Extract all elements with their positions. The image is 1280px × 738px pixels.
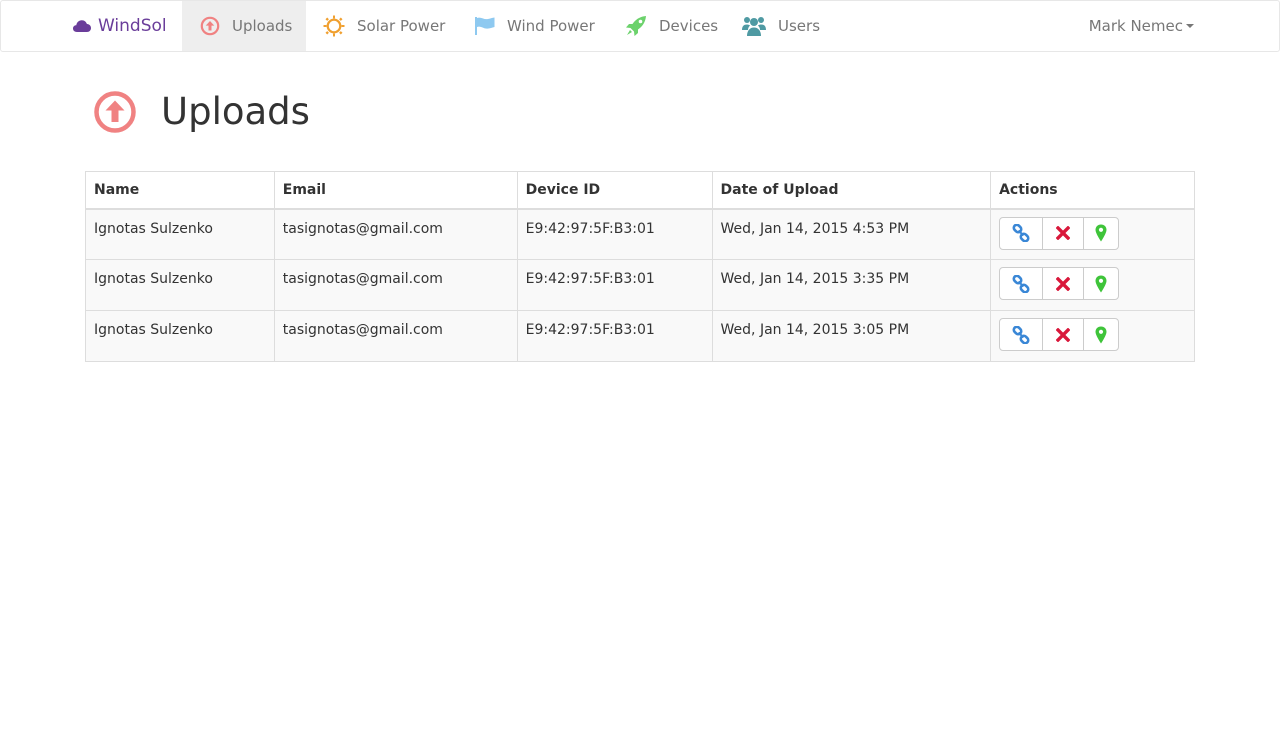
nav-label-users: Users bbox=[778, 17, 821, 35]
column-header-name: Name bbox=[85, 171, 275, 210]
link-button[interactable] bbox=[999, 216, 1044, 250]
cell-email: tasignotas@gmail.com bbox=[273, 259, 518, 311]
brand-name: WindSol bbox=[98, 16, 167, 36]
link-icon bbox=[1012, 274, 1030, 293]
cell-name: Ignotas Sulzenko bbox=[85, 310, 275, 362]
close-icon bbox=[1056, 327, 1071, 342]
cell-actions bbox=[990, 310, 1195, 362]
row-action-buttons bbox=[999, 267, 1120, 300]
link-button[interactable] bbox=[999, 267, 1044, 300]
map-marker-icon bbox=[1095, 224, 1107, 242]
nav-label-solar-power: Solar Power bbox=[357, 17, 446, 35]
cell-actions bbox=[990, 208, 1195, 260]
users-icon bbox=[742, 17, 766, 36]
caret-down-icon bbox=[1186, 24, 1194, 28]
cell-name: Ignotas Sulzenko bbox=[85, 208, 275, 260]
flag-icon bbox=[475, 17, 495, 35]
nav-item-uploads[interactable]: Uploads bbox=[182, 1, 306, 51]
column-header-actions: Actions bbox=[990, 171, 1195, 210]
table-row: Ignotas Sulzenko tasignotas@gmail.com E9… bbox=[85, 259, 1195, 311]
nav-item-solar-power[interactable]: Solar Power bbox=[323, 1, 445, 51]
rocket-icon bbox=[626, 16, 646, 36]
close-icon bbox=[1056, 226, 1071, 240]
map-marker-icon bbox=[1095, 275, 1107, 292]
table-row: Ignotas Sulzenko tasignotas@gmail.com E9… bbox=[85, 208, 1195, 260]
page-title: Uploads bbox=[161, 90, 310, 133]
cell-email: tasignotas@gmail.com bbox=[273, 208, 518, 260]
cell-email: tasignotas@gmail.com bbox=[273, 310, 518, 362]
page-header: Uploads bbox=[94, 90, 310, 133]
delete-button[interactable] bbox=[1042, 267, 1085, 300]
cell-device-id: E9:42:97:5F:B3:01 bbox=[516, 310, 713, 362]
location-button[interactable] bbox=[1083, 318, 1120, 351]
nav-item-devices[interactable]: Devices bbox=[625, 1, 718, 51]
delete-button[interactable] bbox=[1042, 216, 1085, 250]
link-icon bbox=[1012, 325, 1030, 344]
nav-label-devices: Devices bbox=[659, 17, 719, 35]
cell-date: Wed, Jan 14, 2015 3:35 PM bbox=[711, 259, 992, 311]
cell-date: Wed, Jan 14, 2015 4:53 PM bbox=[711, 208, 992, 260]
upload-circle-icon bbox=[200, 16, 220, 36]
location-button[interactable] bbox=[1083, 216, 1120, 250]
brand-link[interactable]: WindSol bbox=[72, 1, 167, 51]
link-icon bbox=[1012, 224, 1030, 242]
map-marker-icon bbox=[1095, 326, 1107, 343]
top-navbar: WindSol Uploads Solar Power Wind Power D… bbox=[0, 0, 1280, 52]
cell-date: Wed, Jan 14, 2015 3:05 PM bbox=[711, 310, 992, 362]
user-menu-dropdown[interactable]: Mark Nemec bbox=[1089, 1, 1194, 51]
table-row: Ignotas Sulzenko tasignotas@gmail.com E9… bbox=[85, 310, 1195, 362]
cell-device-id: E9:42:97:5F:B3:01 bbox=[516, 259, 713, 311]
close-icon bbox=[1056, 276, 1071, 291]
nav-label-uploads: Uploads bbox=[232, 17, 293, 35]
column-header-email: Email bbox=[273, 171, 518, 210]
row-action-buttons bbox=[999, 216, 1120, 250]
delete-button[interactable] bbox=[1042, 318, 1085, 351]
nav-item-users[interactable]: Users bbox=[742, 1, 820, 51]
uploads-table: Name Email Device ID Date of Upload Acti… bbox=[85, 171, 1195, 362]
nav-item-wind-power[interactable]: Wind Power bbox=[475, 1, 595, 51]
sun-icon bbox=[323, 15, 345, 37]
column-header-date: Date of Upload bbox=[711, 171, 992, 210]
cell-name: Ignotas Sulzenko bbox=[85, 259, 275, 311]
cloud-icon bbox=[73, 20, 91, 32]
cell-device-id: E9:42:97:5F:B3:01 bbox=[516, 208, 713, 260]
location-button[interactable] bbox=[1083, 267, 1120, 300]
user-name: Mark Nemec bbox=[1088, 17, 1183, 35]
table-header-row: Name Email Device ID Date of Upload Acti… bbox=[85, 171, 1195, 210]
column-header-device-id: Device ID bbox=[516, 171, 713, 210]
link-button[interactable] bbox=[999, 318, 1044, 351]
cell-actions bbox=[990, 259, 1195, 311]
nav-label-wind-power: Wind Power bbox=[507, 17, 595, 35]
upload-circle-icon bbox=[94, 90, 136, 133]
row-action-buttons bbox=[999, 318, 1120, 351]
